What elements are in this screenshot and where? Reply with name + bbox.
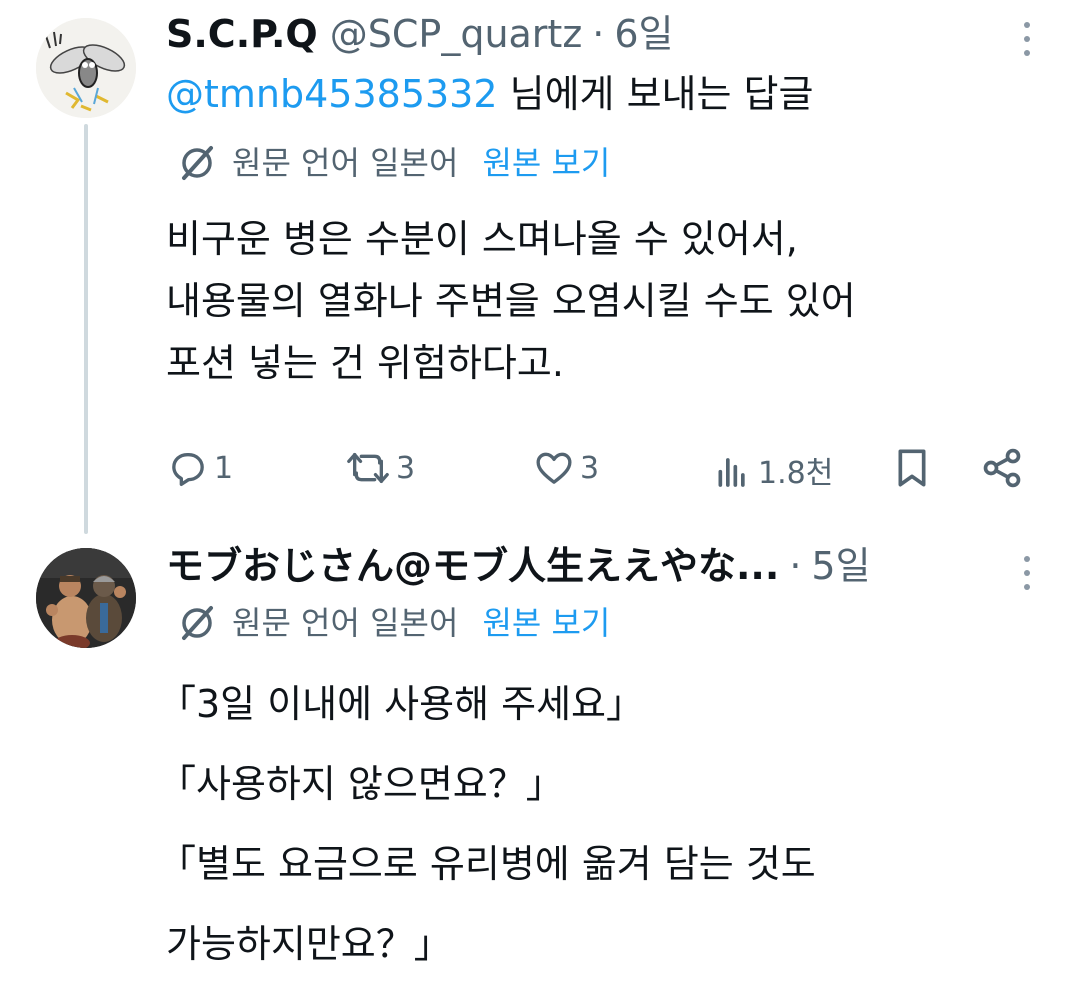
repost-count: 3 [396, 450, 416, 486]
share-icon [983, 448, 1021, 488]
timestamp[interactable]: 5일 [811, 544, 870, 588]
more-icon[interactable] [1022, 22, 1032, 56]
translation-row: 원문 언어 일본어 원본 보기 [176, 602, 610, 644]
text-line: 「사용하지 않으면요？」 [158, 762, 564, 806]
views-button[interactable]: 1.8천 [712, 448, 833, 492]
display-name[interactable]: モブおじさん@モブ人生ええやな... [166, 544, 779, 588]
translation-label: 원문 언어 일본어 [232, 604, 459, 642]
reply-count: 1 [214, 450, 234, 486]
more-icon[interactable] [1022, 556, 1032, 590]
tweet-text: 「3일 이내에 사용해 주세요」 「사용하지 않으면요？」 「별도 요금으로 유… [158, 664, 816, 984]
reply-context: @tmnb45385332 님에게 보내는 답글 [166, 72, 813, 116]
tweet-2[interactable]: モブおじさん@モブ人生ええやな... · 5일 원문 언어 일본어 원본 보기 … [0, 530, 1080, 983]
translation-row: 원문 언어 일본어 원본 보기 [176, 142, 610, 184]
separator: · [789, 544, 802, 588]
like-icon [536, 452, 572, 484]
translation-label: 원문 언어 일본어 [232, 144, 459, 182]
text-line: 내용물의 열화나 주변을 오염시킬 수도 있어 [166, 279, 856, 323]
handle[interactable]: @SCP_quartz [330, 12, 583, 56]
share-button[interactable] [980, 446, 1024, 490]
reply-icon [172, 453, 204, 486]
repost-button[interactable]: 3 [346, 448, 415, 488]
text-line: 포션 넣는 건 위험하다고. [166, 341, 564, 385]
translate-icon [176, 142, 218, 184]
text-line: 「3일 이내에 사용해 주세요」 [158, 682, 645, 726]
views-icon [718, 458, 745, 487]
like-button[interactable]: 3 [534, 448, 599, 488]
view-original-link[interactable]: 원본 보기 [482, 143, 610, 183]
reply-button[interactable]: 1 [168, 448, 233, 488]
bookmark-button[interactable] [892, 446, 932, 490]
like-count: 3 [580, 450, 600, 486]
display-name[interactable]: S.C.P.Q [166, 12, 318, 56]
thread-line [84, 124, 88, 534]
reply-suffix: 님에게 보내는 답글 [497, 72, 814, 116]
view-original-link[interactable]: 원본 보기 [482, 603, 610, 643]
repost-icon [347, 453, 389, 483]
avatar[interactable] [36, 18, 136, 118]
translate-icon [176, 602, 218, 644]
tweet-text: 비구운 병은 수분이 스며나올 수 있어서, 내용물의 열화나 주변을 오염시킬… [166, 208, 856, 394]
bookmark-icon [898, 449, 926, 487]
views-count: 1.8천 [758, 456, 834, 491]
action-bar: 1 3 3 1.8천 [168, 438, 1028, 498]
tweet-header: S.C.P.Q @SCP_quartz · 6일 [166, 12, 674, 56]
text-line: 가능하지만요？」 [166, 922, 452, 966]
tweet-1[interactable]: S.C.P.Q @SCP_quartz · 6일 @tmnb45385332 님… [0, 0, 1080, 534]
tweet-header: モブおじさん@モブ人生ええやな... · 5일 [166, 544, 871, 588]
separator: · [592, 12, 605, 56]
reply-mention[interactable]: @tmnb45385332 [166, 72, 498, 116]
text-line: 「별도 요금으로 유리병에 옮겨 담는 것도 [158, 842, 816, 886]
timestamp[interactable]: 6일 [614, 12, 673, 56]
text-line: 비구운 병은 수분이 스며나올 수 있어서, [166, 217, 798, 261]
avatar[interactable] [36, 548, 136, 648]
